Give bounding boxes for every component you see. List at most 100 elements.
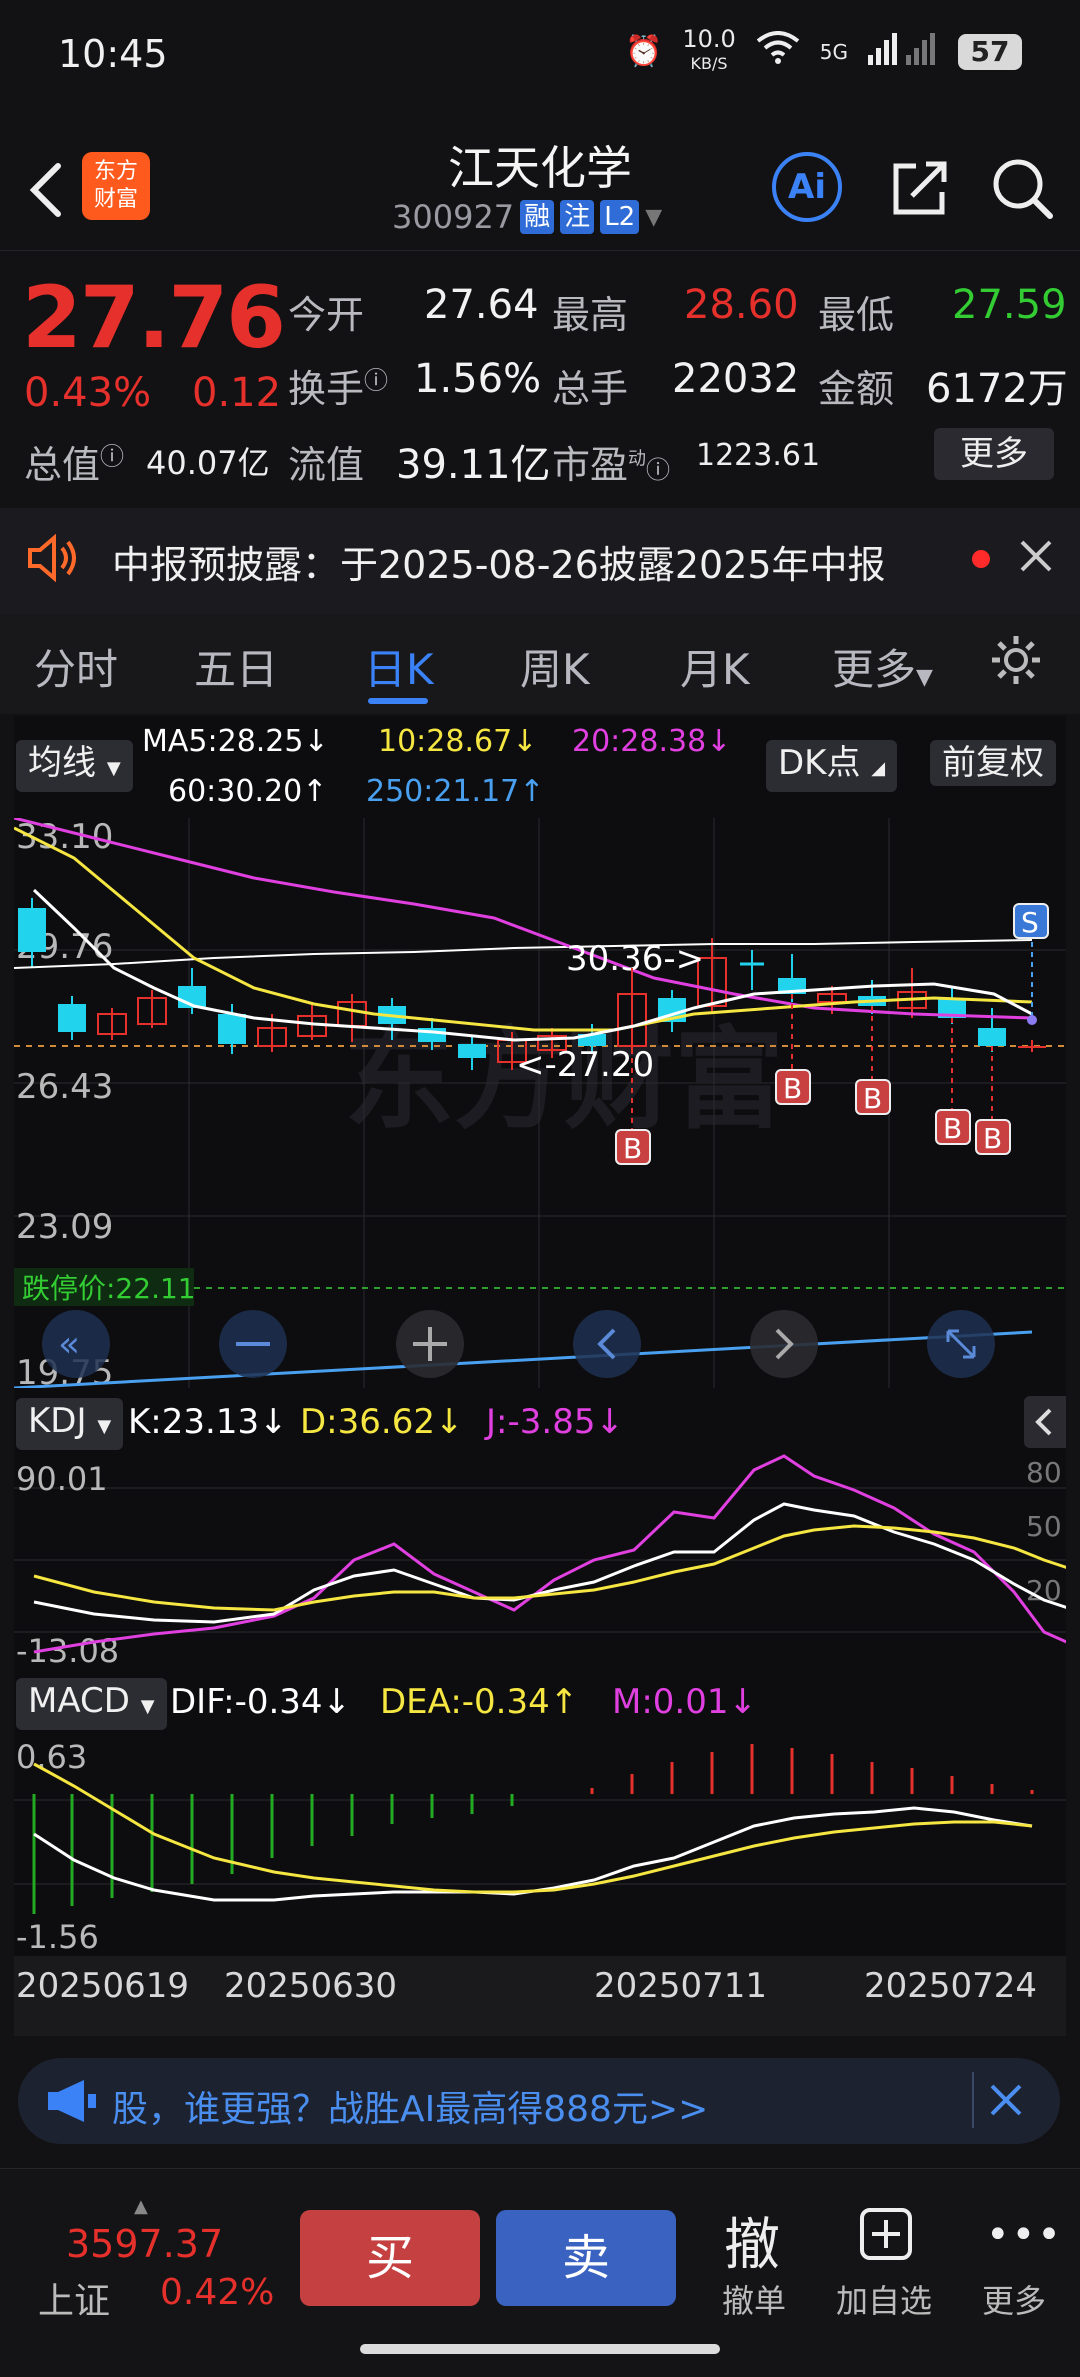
sell-button[interactable]: 卖 xyxy=(496,2210,676,2306)
stock-code: 300927 xyxy=(392,198,515,236)
expand-up-icon[interactable]: ▲ xyxy=(134,2196,148,2217)
legend-ma60: 60:30.20↑ xyxy=(168,774,328,809)
legend-ma5: MA5:28.25↓ xyxy=(142,724,329,759)
volume-value: 22032 xyxy=(672,356,800,402)
float-value: 39.11亿 xyxy=(396,442,551,488)
pe-label-text: 市盈 xyxy=(552,443,629,487)
caret-down-icon: ▼ xyxy=(97,1416,112,1437)
index-pct: 0.42% xyxy=(160,2272,275,2313)
macd-selector[interactable]: MACD ▼ xyxy=(16,1678,167,1730)
tab-intraday[interactable]: 分时 xyxy=(34,636,118,697)
caret-down-icon: ▼ xyxy=(140,1696,155,1717)
kline-chart[interactable]: 东方财富 33.10 29.76 26.43 23.09 19.75 xyxy=(14,818,1066,1388)
y-tick-3: 26.43 xyxy=(16,1067,113,1107)
status-time: 10:45 xyxy=(58,32,168,76)
wifi-icon xyxy=(756,30,800,73)
caret-down-icon: ◢ xyxy=(871,758,886,779)
tag-l2: L2 xyxy=(600,200,640,234)
net-speed-unit: KB/S xyxy=(690,54,728,73)
legend-ma250: 250:21.17↑ xyxy=(366,774,545,809)
banner-close-button[interactable] xyxy=(986,2080,1026,2124)
macd-chart[interactable]: 0.63 -1.56 xyxy=(14,1734,1066,1956)
mktcap-value: 40.07亿 xyxy=(146,444,270,482)
legend-ma20: 20:28.38↓ xyxy=(572,724,732,759)
dk-label: DK点 xyxy=(778,743,861,783)
turnover-value: 1.56% xyxy=(414,356,542,402)
cancel-order-icon[interactable]: 撤 xyxy=(724,2200,780,2281)
info-icon[interactable]: ⓘ xyxy=(100,442,124,470)
ma-selector-label: 均线 xyxy=(28,743,96,783)
tab-monthly-k[interactable]: 月K xyxy=(680,636,750,697)
notice-close-button[interactable] xyxy=(1016,536,1056,580)
kdj-chart[interactable]: 90.01 -13.08 80 50 20 xyxy=(14,1452,1066,1668)
kdj-y-top: 90.01 xyxy=(16,1460,108,1498)
share-button[interactable] xyxy=(888,156,952,224)
buy-signal-label: B xyxy=(783,1072,802,1105)
float-label: 流值 xyxy=(288,443,365,487)
adjust-button[interactable]: 前复权 xyxy=(930,740,1056,786)
tag-margin: 融 xyxy=(520,200,555,234)
more-label[interactable]: 更多 xyxy=(982,2276,1046,2322)
x-date-3: 20250711 xyxy=(594,1966,768,2006)
tab-daily-k[interactable]: 日K xyxy=(364,636,434,697)
kdj-selector[interactable]: KDJ ▼ xyxy=(16,1398,124,1450)
alarm-icon: ⏰ xyxy=(624,34,663,69)
dk-point-button[interactable]: DK点 ◢ xyxy=(766,740,898,792)
caret-down-icon: ▼ xyxy=(645,204,663,230)
pe-label: 市盈动ⓘ xyxy=(552,434,670,489)
caret-down-icon: ▼ xyxy=(106,758,121,779)
scroll-right-button[interactable] xyxy=(750,1310,818,1378)
megaphone-icon xyxy=(44,2078,100,2128)
kdj-j: J:-3.85↓ xyxy=(486,1402,624,1442)
tab-five-day[interactable]: 五日 xyxy=(194,636,278,697)
buy-signal-label: B xyxy=(623,1132,642,1165)
buy-signal-label: B xyxy=(943,1112,962,1145)
ai-button[interactable]: Ai xyxy=(772,152,842,222)
low-label: 最低 xyxy=(818,293,895,337)
quote-more-button[interactable]: 更多 xyxy=(934,428,1054,480)
mktcap-label: 总值ⓘ xyxy=(24,434,124,489)
volume-label: 总手 xyxy=(552,367,629,411)
ma-selector[interactable]: 均线 ▼ xyxy=(16,740,133,792)
notice-text: 中报预披露：于2025-08-26披露2025年中报 xyxy=(112,543,886,587)
high-annotation: 30.36-> xyxy=(566,939,704,979)
x-date-1: 20250619 xyxy=(16,1966,190,2006)
close-icon xyxy=(1020,540,1052,572)
macd-y-top: 0.63 xyxy=(16,1738,87,1776)
info-icon[interactable]: ⓘ xyxy=(646,456,670,484)
chart-settings-button[interactable] xyxy=(988,632,1044,692)
signal-5g: 5G xyxy=(819,39,848,64)
kdj-tick-80: 80 xyxy=(1026,1456,1062,1489)
change-amount: 0.12 xyxy=(192,370,282,416)
tab-more[interactable]: 更多▼ xyxy=(832,636,933,697)
y-tick-4: 23.09 xyxy=(16,1207,113,1247)
turnover-label: 换手ⓘ xyxy=(288,358,388,413)
more-icon[interactable]: ••• xyxy=(986,2212,1063,2258)
home-indicator[interactable] xyxy=(360,2344,720,2354)
add-watchlist-label[interactable]: 加自选 xyxy=(836,2276,932,2322)
x-date-4: 20250724 xyxy=(864,1966,1038,2006)
cancel-order-label[interactable]: 撤单 xyxy=(722,2276,786,2322)
sell-signal-label: S xyxy=(1021,906,1039,939)
search-icon xyxy=(993,159,1053,219)
caret-down-icon: ▼ xyxy=(916,665,933,690)
add-watchlist-button[interactable] xyxy=(858,2206,914,2266)
scroll-left-button[interactable] xyxy=(573,1310,641,1378)
share-icon xyxy=(893,161,947,215)
tab-weekly-k[interactable]: 周K xyxy=(520,636,590,697)
open-value: 27.64 xyxy=(424,282,539,328)
buy-signal-label: B xyxy=(983,1122,1002,1155)
info-icon[interactable]: ⓘ xyxy=(364,366,388,394)
stock-code-row[interactable]: 300927 融 注 L2 ▼ xyxy=(392,198,662,236)
collapse-panel-button[interactable] xyxy=(1024,1396,1066,1448)
unread-dot xyxy=(972,550,990,568)
battery-icon: 57 xyxy=(958,33,1022,70)
index-value[interactable]: 3597.37 xyxy=(66,2222,223,2266)
macd-selector-label: MACD xyxy=(28,1681,130,1721)
search-button[interactable] xyxy=(990,156,1054,224)
high-value: 28.60 xyxy=(684,282,799,328)
banner-divider xyxy=(972,2072,974,2128)
active-tab-indicator xyxy=(368,698,428,704)
buy-button[interactable]: 买 xyxy=(300,2210,480,2306)
change-percent: 0.43% xyxy=(24,370,152,416)
